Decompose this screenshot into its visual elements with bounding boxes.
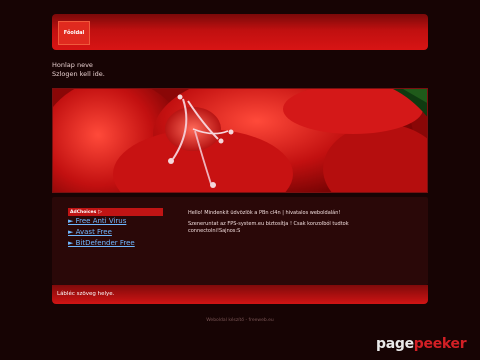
hero-banner [52, 88, 428, 193]
site-slogan: Szlogen kell ide. [52, 69, 105, 78]
red-flower-image [53, 89, 427, 192]
ad-link-free-anti-virus[interactable]: ► Free Anti Virus [68, 216, 163, 227]
site-name: Honlap neve [52, 61, 93, 69]
ad-link-bitdefender-free[interactable]: ► BitDefender Free [68, 238, 163, 249]
footer-text: Lábléc szöveg helye. [57, 291, 115, 297]
adchoices-icon: ▷ [98, 209, 103, 215]
sidebar-ads: AdChoices ▷ ► Free Anti Virus ► Avast Fr… [68, 208, 163, 249]
watermark-part-1: page [376, 336, 414, 352]
main-content: Hello! Mindenkit üdvözlök a PBn cl4n | h… [188, 210, 388, 239]
welcome-paragraph: Hello! Mindenkit üdvözlök a PBn cl4n | h… [188, 210, 341, 216]
footer-bar: Lábléc szöveg helye. [52, 285, 428, 304]
adchoices-banner[interactable]: AdChoices ▷ [68, 208, 163, 216]
ad-link-avast-free[interactable]: ► Avast Free [68, 227, 163, 238]
server-info-paragraph: Szeneruntat az FPS-system.eu biztosítja … [188, 221, 349, 234]
watermark-part-2: peeker [413, 336, 467, 352]
pagepeeker-watermark: pagepeeker [376, 336, 467, 352]
nav-item-home[interactable]: Főoldal [58, 21, 90, 45]
top-navbar: Főoldal [52, 14, 428, 50]
credit-link[interactable]: Weboldal készítő - freeweb.eu [0, 318, 480, 323]
adchoices-label: AdChoices [70, 209, 97, 215]
site-header: Honlap neve Szlogen kell ide. [52, 61, 105, 78]
